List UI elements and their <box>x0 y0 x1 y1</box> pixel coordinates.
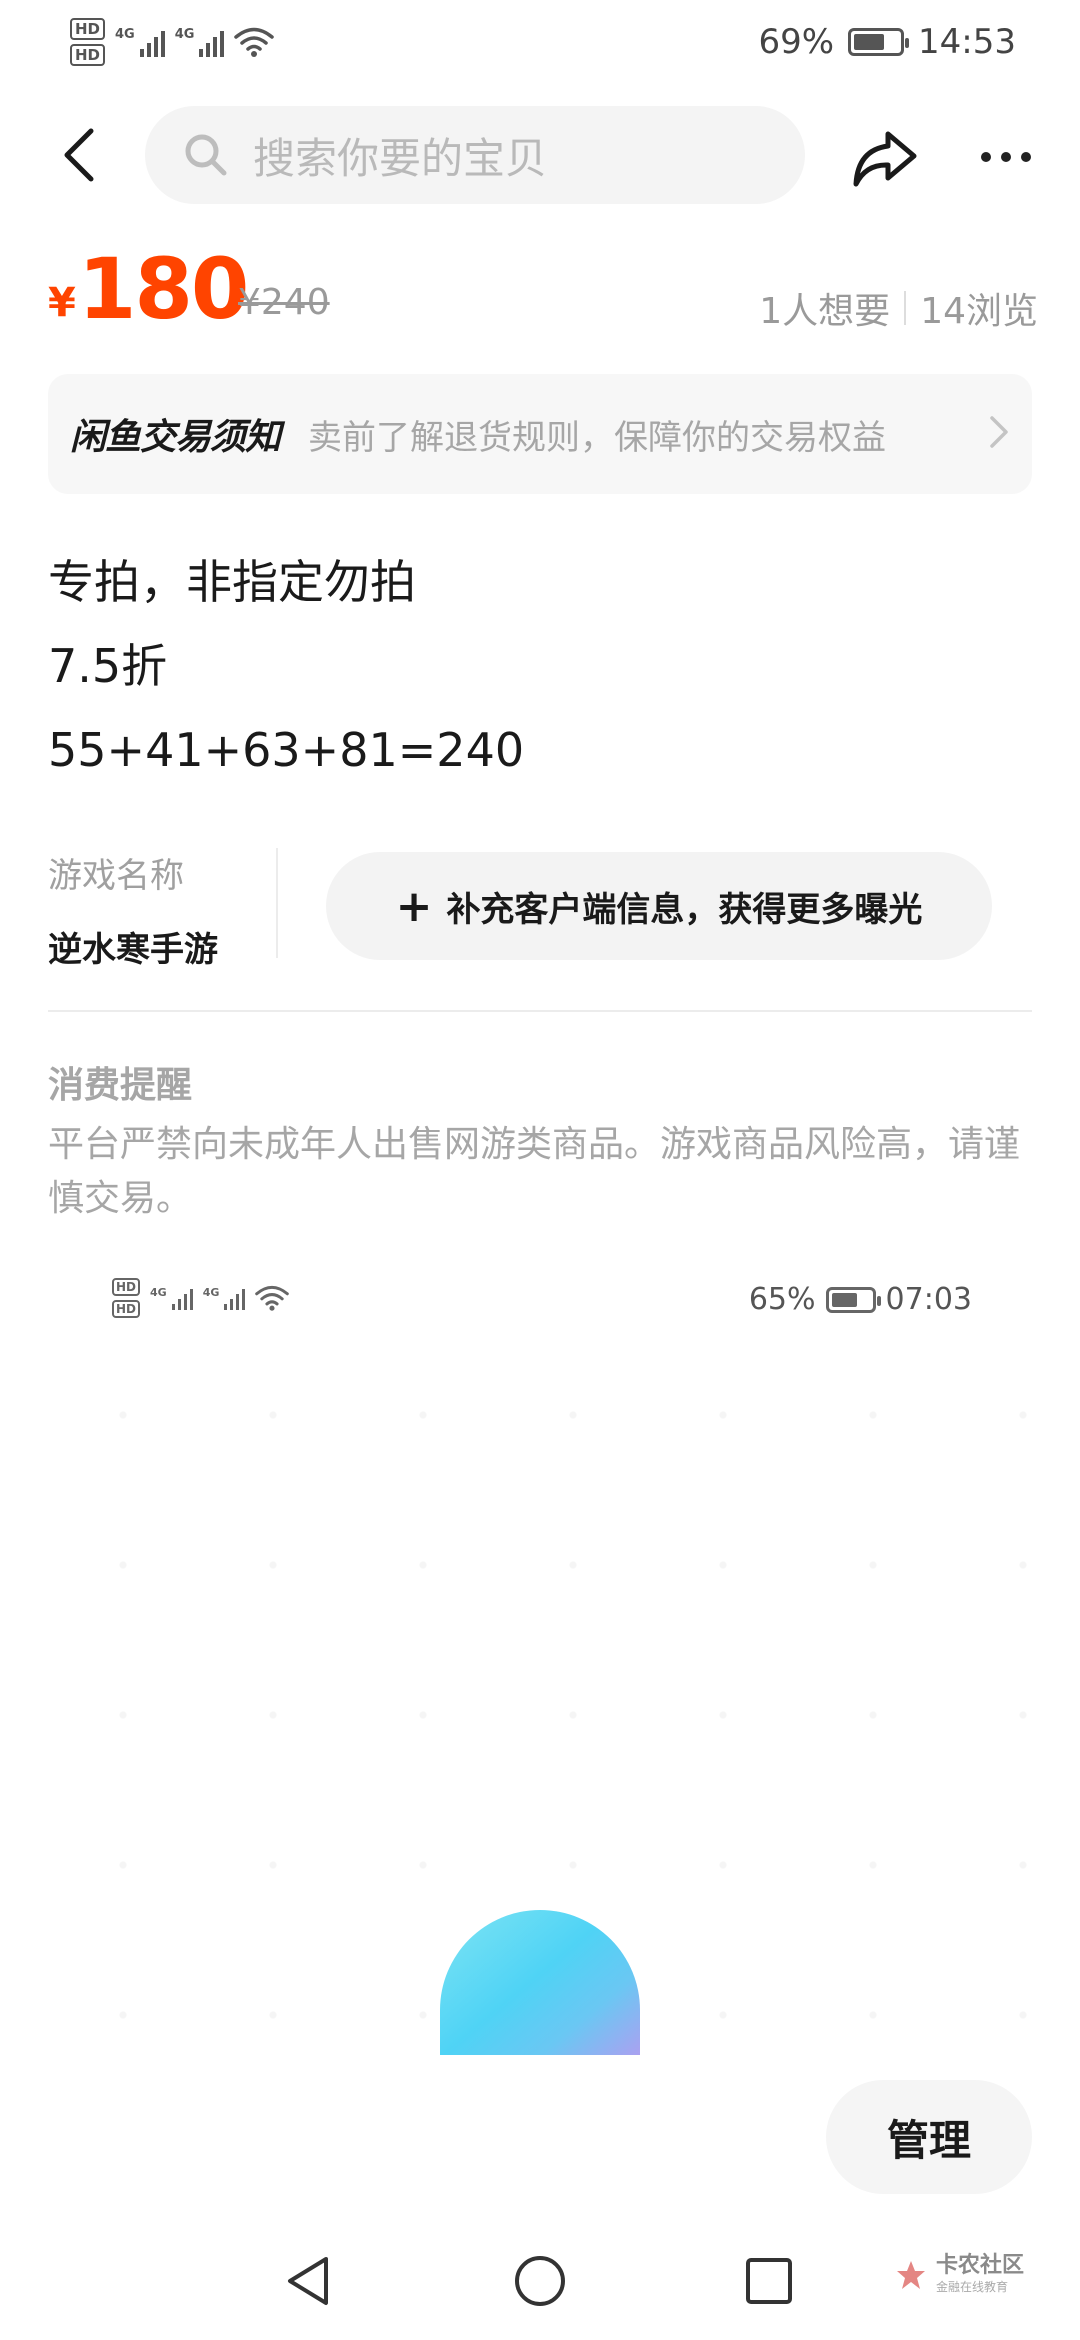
notice-title: 闲鱼交易须知 <box>70 417 281 458</box>
image-battery-fill <box>831 1292 857 1307</box>
search-icon <box>185 134 227 176</box>
stats-divider <box>904 291 907 325</box>
image-network-type-1: 4G <box>150 1286 167 1299</box>
image-status-right: 65% 07:03 <box>749 1282 972 1317</box>
top-nav: 搜索你要的宝贝 <box>0 100 1080 210</box>
item-description: 专拍，非指定勿拍 7.5折 55+41+63+81=240 <box>48 540 1032 792</box>
circle-home-icon <box>515 2256 565 2306</box>
current-price: 180 <box>78 240 249 338</box>
attr-divider <box>276 848 278 958</box>
image-hd-indicators: HD HD <box>112 1278 141 1318</box>
back-button[interactable] <box>44 120 114 190</box>
original-price: ¥240 <box>238 282 330 323</box>
price-row: ¥ 180 ¥240 1人想要 14浏览 <box>48 240 1038 340</box>
brand-text-block: 卡农社区 金融在线教育 <box>936 2254 1024 2295</box>
add-client-info-button[interactable]: + 补充客户端信息，获得更多曝光 <box>326 852 992 960</box>
image-signal-icon: 4G <box>150 1286 193 1310</box>
brand-name: 卡农社区 <box>935 2253 1024 2278</box>
views-count: 14浏览 <box>920 291 1038 332</box>
image-wifi-icon <box>255 1285 290 1311</box>
chevron-right-icon <box>990 416 1008 448</box>
chevron-left-icon <box>64 128 94 182</box>
more-dot <box>1001 152 1011 162</box>
item-image[interactable]: HD HD 4G 4G 65% 07:03 <box>48 1250 1032 2080</box>
description-line: 专拍，非指定勿拍 <box>48 555 416 609</box>
search-input[interactable]: 搜索你要的宝贝 <box>145 106 805 204</box>
manage-button[interactable]: 管理 <box>826 2080 1032 2194</box>
more-button[interactable] <box>968 122 1044 192</box>
clock: 14:53 <box>918 22 1016 62</box>
reminder-text: 平台严禁向未成年人出售网游类商品。游戏商品风险高，请谨慎交易。 <box>48 1124 1021 1219</box>
status-bar: HD HD 4G 4G 69% 14:53 <box>0 0 1080 96</box>
section-divider <box>48 1010 1032 1012</box>
item-stats: 1人想要 14浏览 <box>759 282 1038 334</box>
nav-recents-button[interactable] <box>734 2246 804 2316</box>
share-button[interactable] <box>845 118 925 198</box>
notice-text: 卖前了解退货规则，保障你的交易权益 <box>308 417 887 458</box>
manage-label: 管理 <box>886 2115 971 2165</box>
signal-icon: 4G <box>115 27 165 57</box>
image-clock: 07:03 <box>885 1282 972 1317</box>
system-nav-bar: 卡农社区 金融在线教育 <box>0 2220 1080 2340</box>
share-icon <box>853 131 917 187</box>
more-dot <box>981 152 991 162</box>
trade-notice-banner[interactable]: 闲鱼交易须知 卖前了解退货规则，保障你的交易权益 <box>48 374 1032 494</box>
nav-home-button[interactable] <box>505 2246 575 2316</box>
image-network-type-2: 4G <box>202 1286 220 1299</box>
add-client-info-label: 补充客户端信息，获得更多曝光 <box>446 889 923 930</box>
search-placeholder: 搜索你要的宝贝 <box>253 133 548 183</box>
currency-symbol: ¥ <box>48 280 76 326</box>
network-type-1: 4G <box>115 27 135 42</box>
hd1-badge: HD <box>70 18 106 40</box>
brand-logo-icon <box>896 2260 925 2289</box>
item-attributes: 游戏名称 逆水寒手游 + 补充客户端信息，获得更多曝光 <box>48 848 1032 970</box>
wifi-icon <box>234 27 275 57</box>
image-status-bar: HD HD 4G 4G 65% 07:03 <box>48 1272 1032 1332</box>
triangle-back-icon <box>288 2257 328 2305</box>
image-crop-edge <box>428 2055 658 2080</box>
image-hd1-badge: HD <box>112 1278 141 1296</box>
reminder-title: 消费提醒 <box>48 1065 193 1106</box>
image-status-left: HD HD 4G 4G <box>112 1278 290 1318</box>
status-left: HD HD 4G 4G <box>70 18 275 66</box>
battery-percent: 69% <box>758 22 835 62</box>
hd2-badge: HD <box>70 44 106 66</box>
network-type-2: 4G <box>174 27 195 42</box>
game-name-value: 逆水寒手游 <box>48 930 218 970</box>
image-battery-icon <box>825 1286 881 1313</box>
status-right: 69% 14:53 <box>758 22 1016 62</box>
hd-indicators: HD HD <box>70 18 106 66</box>
plus-icon: + <box>395 880 433 932</box>
image-signal-icon-2: 4G <box>203 1286 246 1310</box>
image-hd2-badge: HD <box>112 1300 141 1318</box>
battery-icon <box>848 28 910 56</box>
description-line: 7.5折 <box>48 639 168 693</box>
image-battery-percent: 65% <box>748 1282 816 1317</box>
watermark-logo: 卡农社区 金融在线教育 <box>894 2254 1024 2295</box>
brand-subtitle: 金融在线教育 <box>935 2280 1008 2294</box>
square-recents-icon <box>746 2258 792 2304</box>
more-dot <box>1021 152 1031 162</box>
game-name-label: 游戏名称 <box>48 856 184 896</box>
signal-icon-2: 4G <box>175 27 225 57</box>
nav-back-button[interactable] <box>272 2246 342 2316</box>
wants-count: 1人想要 <box>759 291 891 332</box>
battery-fill <box>854 34 885 50</box>
description-line: 55+41+63+81=240 <box>48 723 525 777</box>
